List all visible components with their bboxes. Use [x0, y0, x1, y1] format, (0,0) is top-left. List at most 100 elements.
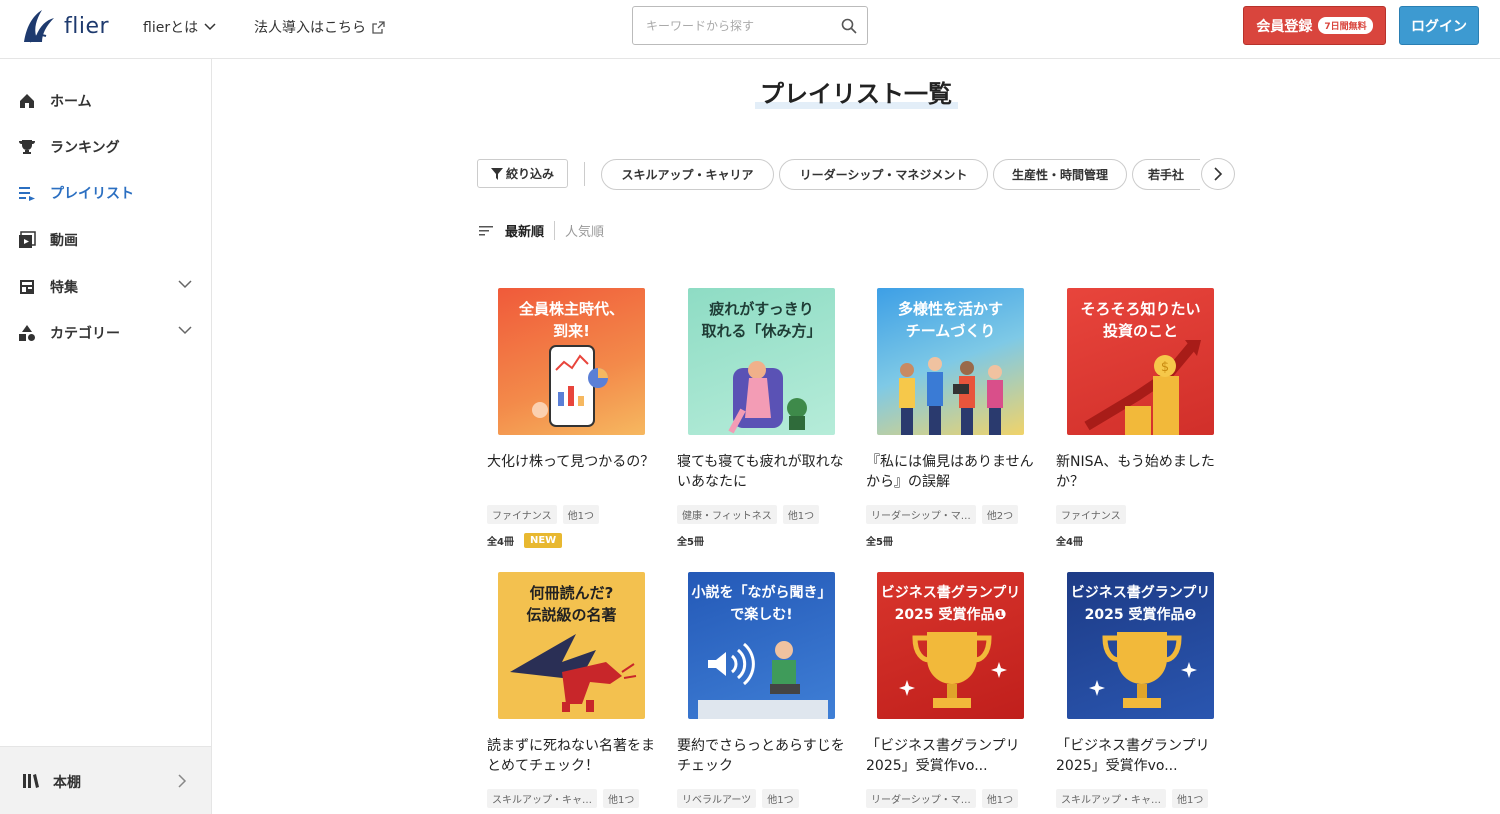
thumbnail-text: 全員株主時代、 到来! [518, 300, 624, 340]
flier-logo[interactable]: flier [20, 6, 109, 46]
top-header: flier flierとは 法人導入はこちら 会員登録 7日間無料 ログイン [0, 0, 1500, 59]
trophy-illustration [899, 632, 1007, 708]
chip-young[interactable]: 若手社 [1132, 159, 1200, 190]
playlist-thumbnail[interactable]: 全員株主時代、 到来! [498, 288, 645, 435]
tag-more: 他1つ [1172, 789, 1209, 808]
sidebar-item-feature[interactable]: 特集 [18, 275, 194, 299]
filter-icon [490, 167, 503, 180]
chevron-right-icon [1214, 167, 1223, 181]
search-input[interactable] [646, 18, 841, 33]
login-button[interactable]: ログイン [1399, 6, 1479, 45]
sidebar-item-category[interactable]: カテゴリー [18, 321, 194, 345]
playlist-thumbnail[interactable]: 疲れがすっきり 取れる「休み方」 [688, 288, 835, 435]
sidebar-item-label: ランキング [50, 140, 120, 156]
chip-productivity[interactable]: 生産性・時間管理 [993, 159, 1127, 190]
search-icon[interactable] [841, 18, 857, 34]
tag[interactable]: スキルアップ・キャ… [487, 789, 597, 808]
sort-popular[interactable]: 人気順 [565, 221, 604, 240]
tag[interactable]: ファイナンス [487, 505, 557, 524]
playlist-thumbnail[interactable]: 何冊読んだ? 伝説級の名著 [498, 572, 645, 719]
coin-stack-illustration: $ [1084, 340, 1201, 435]
sidebar-item-playlist[interactable]: プレイリスト [18, 181, 194, 205]
playlist-icon [19, 187, 35, 201]
tag-list: スキルアップ・キャ… 他1つ [1056, 789, 1209, 808]
playlist-thumbnail[interactable]: 多様性を活かす チームづくり [877, 288, 1024, 435]
playlist-title[interactable]: 読まずに死ねない名著をまとめてチェック！ [487, 736, 657, 776]
logo-text: flier [64, 13, 110, 39]
sidebar-item-label: 動画 [50, 233, 78, 249]
external-link-icon [372, 20, 385, 34]
svg-text:$: $ [1161, 360, 1169, 375]
tag-more: 他1つ [981, 789, 1019, 808]
playlist-title[interactable]: 『私には偏見はありませんから』の誤解 [866, 452, 1036, 492]
sidebar-item-ranking[interactable]: ランキング [18, 135, 194, 159]
tag[interactable]: ファイナンス [1056, 505, 1126, 524]
trophy-icon [19, 140, 35, 154]
register-label: 会員登録 [1256, 18, 1313, 35]
thumbnail-text: 何冊読んだ? 伝説級の名著 [526, 584, 617, 624]
sidebar-item-home[interactable]: ホーム [18, 89, 194, 113]
team-illustration [899, 357, 1003, 435]
sidebar-item-video[interactable]: 動画 [18, 228, 194, 252]
book-count: 全5冊 [866, 537, 893, 548]
tag[interactable]: リベラルアーツ [677, 789, 757, 808]
thumbnail-text: 多様性を活かす チームづくり [897, 300, 1003, 340]
bookshelf-label: 本棚 [53, 775, 81, 791]
sidebar-item-label: 特集 [50, 280, 78, 296]
playlist-thumbnail[interactable]: 小説を「ながら聞き」 で楽しむ! [688, 572, 835, 719]
filter-divider [584, 162, 585, 186]
playlist-thumbnail[interactable]: ビジネス書グランプリ 2025 受賞作品❶ [877, 572, 1024, 719]
sidebar-item-label: プレイリスト [50, 186, 134, 202]
dragon-illustration [510, 634, 637, 712]
register-button[interactable]: 会員登録 7日間無料 [1243, 6, 1386, 45]
tag[interactable]: 健康・フィットネス [677, 505, 777, 524]
video-icon [19, 231, 36, 248]
playlist-thumbnail[interactable]: ビジネス書グランプリ 2025 受賞作品❷ [1067, 572, 1214, 719]
sort-newest[interactable]: 最新順 [505, 221, 556, 240]
resting-person-illustration [728, 361, 807, 434]
chevron-down-icon[interactable] [178, 279, 192, 289]
chevron-down-icon[interactable] [178, 325, 192, 335]
tag[interactable]: リーダーシップ・マ… [866, 505, 976, 524]
sidebar-item-label: ホーム [50, 94, 92, 110]
playlist-meta: 全4冊 NEW [487, 533, 563, 548]
playlist-title[interactable]: 新NISA、もう始めましたか？ [1056, 452, 1226, 492]
home-icon [20, 94, 34, 108]
playlist-meta: 全5冊 [677, 533, 704, 548]
search-box[interactable] [632, 6, 868, 45]
feature-icon [20, 280, 34, 294]
sort-icon [479, 225, 493, 235]
new-badge: NEW [523, 533, 563, 548]
playlist-title[interactable]: 「ビジネス書グランプリ2025」受賞作vo... [866, 736, 1036, 776]
thumbnail-text: ビジネス書グランプリ 2025 受賞作品❶ [880, 585, 1021, 623]
thumbnail-text: 小説を「ながら聞き」 で楽しむ! [691, 585, 832, 623]
sidebar: ホーム ランキング プレイリスト 動画 特集 カテゴリー 本棚 [0, 59, 212, 814]
chevron-down-icon [204, 23, 216, 31]
filter-button[interactable]: 絞り込み [477, 159, 568, 188]
sidebar-item-label: カテゴリー [50, 326, 120, 342]
chip-scroll-next-button[interactable] [1201, 158, 1235, 190]
playlist-title[interactable]: 寝ても寝ても疲れが取れないあなたに [677, 452, 847, 492]
tag[interactable]: リーダーシップ・マ… [866, 789, 976, 808]
nav-about-label: flierとは [143, 20, 199, 36]
nav-about-dropdown[interactable]: flierとは [143, 17, 216, 37]
playlist-title[interactable]: 「ビジネス書グランプリ2025」受賞作vo... [1056, 736, 1226, 776]
bookshelf-link[interactable]: 本棚 [0, 746, 211, 814]
stock-phone-illustration [532, 345, 608, 427]
free-trial-badge: 7日間無料 [1318, 17, 1373, 34]
tag-list: スキルアップ・キャ… 他1つ [487, 789, 640, 808]
tag-more: 他1つ [782, 505, 820, 524]
playlist-title[interactable]: 要約でさらっとあらすじをチェック [677, 736, 847, 776]
tag-more: 他1つ [562, 505, 599, 524]
chip-skillup[interactable]: スキルアップ・キャリア [601, 159, 774, 190]
tag[interactable]: スキルアップ・キャ… [1056, 789, 1166, 808]
playlist-thumbnail[interactable]: そろそろ知りたい 投資のこと $ [1067, 288, 1214, 435]
tag-list: リベラルアーツ 他1つ [677, 789, 799, 808]
playlist-title[interactable]: 大化け株って見つかるの？ [487, 452, 657, 472]
flier-logo-icon [24, 10, 54, 43]
tag-more: 他1つ [603, 789, 640, 808]
tag-list: ファイナンス [1056, 505, 1126, 524]
chevron-right-icon [178, 774, 187, 788]
chip-leadership[interactable]: リーダーシップ・マネジメント [779, 159, 988, 190]
nav-corporate-link[interactable]: 法人導入はこちら [254, 17, 385, 37]
